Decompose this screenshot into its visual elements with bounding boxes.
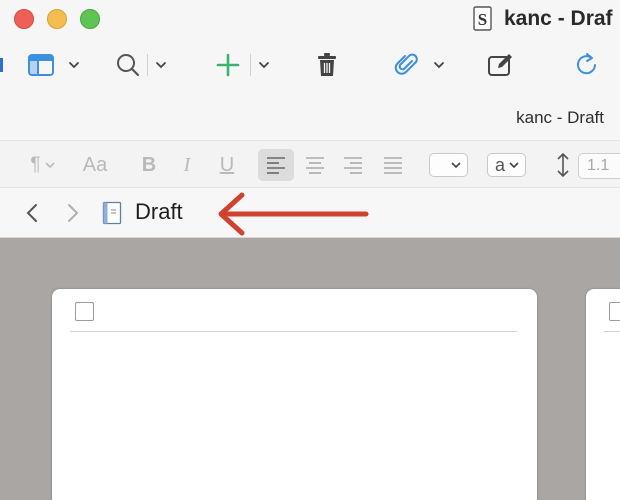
window-title-text: kanc - Draf	[504, 7, 613, 30]
align-right-button[interactable]	[338, 149, 368, 181]
background-window-edge	[0, 58, 3, 72]
scrivener-document-icon: S	[473, 6, 492, 31]
search-button[interactable]	[110, 50, 172, 80]
align-justify-icon	[384, 157, 402, 174]
zoom-window-button[interactable]	[80, 9, 100, 29]
bold-button[interactable]: B	[134, 149, 164, 181]
add-item-button[interactable]	[212, 50, 274, 80]
card-title-divider	[604, 331, 620, 332]
card-checkbox[interactable]	[75, 302, 94, 321]
align-left-icon	[267, 157, 285, 174]
navigation-bar: Draft	[0, 188, 620, 238]
window-title: S kanc - Draf	[472, 4, 613, 34]
sidebar-toggle-button[interactable]	[22, 50, 86, 80]
highlight-letter: a	[495, 154, 506, 175]
chevron-down-icon	[258, 62, 269, 69]
close-window-button[interactable]	[14, 9, 34, 29]
line-spacing-field[interactable]: 1.1	[578, 153, 620, 179]
align-center-button[interactable]	[300, 149, 330, 181]
chevron-down-icon	[509, 162, 519, 169]
sync-button[interactable]	[572, 50, 602, 80]
sync-icon	[577, 53, 596, 75]
trash-icon	[318, 53, 336, 76]
move-to-trash-button[interactable]	[312, 50, 342, 80]
align-right-icon	[344, 157, 362, 174]
font-color-popup[interactable]	[429, 153, 468, 177]
plus-icon	[216, 53, 239, 77]
card-title-divider	[70, 331, 517, 332]
compose-icon	[488, 54, 512, 76]
app-window: S kanc - Draf kanc - Draft ¶ Aa B I U a …	[0, 0, 620, 500]
underline-button[interactable]: U	[212, 149, 242, 181]
paragraph-style-button[interactable]: ¶	[20, 149, 66, 181]
index-card[interactable]	[52, 289, 537, 500]
fonts-button[interactable]: Aa	[78, 149, 112, 181]
chevron-down-icon	[69, 62, 79, 69]
title-bar: S kanc - Draf kanc - Draft	[0, 0, 620, 140]
justify-button[interactable]	[378, 149, 408, 181]
card-checkbox[interactable]	[609, 302, 620, 321]
draft-folder-icon	[102, 201, 122, 225]
minimize-window-button[interactable]	[47, 9, 67, 29]
chevron-down-icon	[434, 62, 444, 69]
pilcrow-icon: ¶	[30, 154, 41, 175]
window-subtitle: kanc - Draft	[516, 108, 604, 127]
chevron-down-icon	[45, 162, 55, 169]
search-icon	[116, 54, 139, 77]
align-center-icon	[306, 157, 324, 174]
chevron-left-icon	[26, 204, 37, 222]
annotation-arrow-icon	[218, 192, 369, 236]
sidebar-icon	[28, 54, 54, 76]
chevron-down-icon	[155, 62, 166, 69]
format-bar: ¶ Aa B I U a 1.1	[0, 140, 620, 188]
index-card[interactable]	[586, 289, 620, 500]
italic-button[interactable]: I	[172, 149, 202, 181]
line-spacing-control[interactable]	[552, 149, 574, 181]
highlight-popup[interactable]: a	[487, 153, 526, 177]
forward-button[interactable]	[61, 200, 85, 226]
line-spacing-icon	[557, 152, 569, 178]
svg-text:S: S	[478, 10, 487, 29]
chevron-down-icon	[451, 162, 461, 169]
breadcrumb-title[interactable]: Draft	[135, 199, 183, 225]
toolbar-divider	[249, 54, 251, 76]
corkboard-canvas	[0, 238, 620, 500]
attach-button[interactable]	[390, 50, 450, 80]
draft-folder-button[interactable]	[101, 200, 123, 226]
align-left-button[interactable]	[258, 149, 294, 181]
back-button[interactable]	[20, 200, 44, 226]
chevron-right-icon	[68, 204, 79, 222]
toolbar-divider	[146, 54, 148, 76]
compose-button[interactable]	[486, 50, 516, 80]
paperclip-icon	[394, 53, 418, 75]
